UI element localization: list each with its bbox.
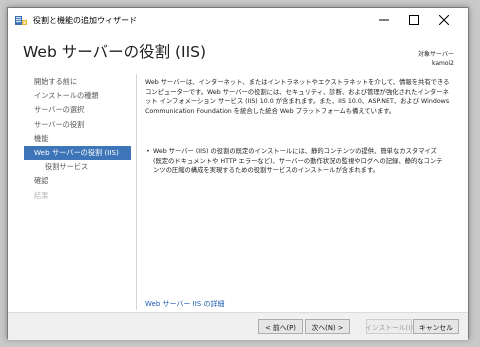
maximize-icon xyxy=(409,15,419,25)
wizard-header: Web サーバーの役割 (IIS) 対象サーバー kamoi2 xyxy=(8,34,468,72)
nav-item-confirmation[interactable]: 確認 xyxy=(24,174,131,188)
maximize-button[interactable] xyxy=(399,8,429,32)
nav-item-features[interactable]: 機能 xyxy=(24,132,131,146)
nav-item-role-services[interactable]: 役割サービス xyxy=(24,160,131,174)
page-title: Web サーバーの役割 (IIS) xyxy=(23,43,207,61)
role-description: Web サーバーは、インターネット、またはイントラネットやエクストラネットを介し… xyxy=(145,79,450,115)
cancel-button[interactable]: キャンセル xyxy=(413,319,459,334)
nav-item-before-you-begin[interactable]: 開始する前に xyxy=(24,75,131,89)
previous-button[interactable]: < 前へ(P) xyxy=(258,319,303,334)
default-install-note: • Web サーバー (IIS) の役割の既定のインストールには、静的コンテンツ… xyxy=(146,147,446,176)
minimize-icon xyxy=(379,19,389,21)
target-server: 対象サーバー kamoi2 xyxy=(418,50,454,68)
server-manager-icon xyxy=(15,16,27,25)
nav-item-server-roles[interactable]: サーバーの役割 xyxy=(24,118,131,132)
bullet-icon: • xyxy=(146,148,150,155)
next-button[interactable]: 次へ(N) > xyxy=(305,319,350,334)
wizard-navigation: 開始する前に インストールの種類 サーバーの選択 サーバーの役割 機能 Web … xyxy=(24,75,131,203)
minimize-button[interactable] xyxy=(369,8,399,32)
close-icon xyxy=(439,15,449,25)
more-info-link[interactable]: Web サーバー IIS の詳細 xyxy=(145,299,224,309)
default-install-text: Web サーバー (IIS) の役割の既定のインストールには、静的コンテンツの提… xyxy=(153,148,443,174)
content-pane: Web サーバーは、インターネット、またはイントラネットやエクストラネットを介し… xyxy=(136,74,456,310)
close-button[interactable] xyxy=(429,8,459,32)
wizard-footer: < 前へ(P) 次へ(N) > インストール(I) キャンセル xyxy=(8,312,468,340)
nav-item-web-server-role[interactable]: Web サーバーの役割 (IIS) xyxy=(24,145,131,161)
target-server-name: kamoi2 xyxy=(431,60,454,67)
title-bar[interactable]: 役割と機能の追加ウィザード xyxy=(8,8,468,34)
nav-item-server-selection[interactable]: サーバーの選択 xyxy=(24,103,131,117)
nav-item-results: 結果 xyxy=(34,190,49,200)
window-title: 役割と機能の追加ウィザード xyxy=(33,16,137,25)
target-server-label: 対象サーバー xyxy=(418,51,454,58)
wizard-window: 役割と機能の追加ウィザード Web サーバーの役割 (IIS) 対象サーバー k… xyxy=(7,7,469,340)
install-button: インストール(I) xyxy=(365,319,413,334)
nav-item-installation-type[interactable]: インストールの種類 xyxy=(24,89,131,103)
